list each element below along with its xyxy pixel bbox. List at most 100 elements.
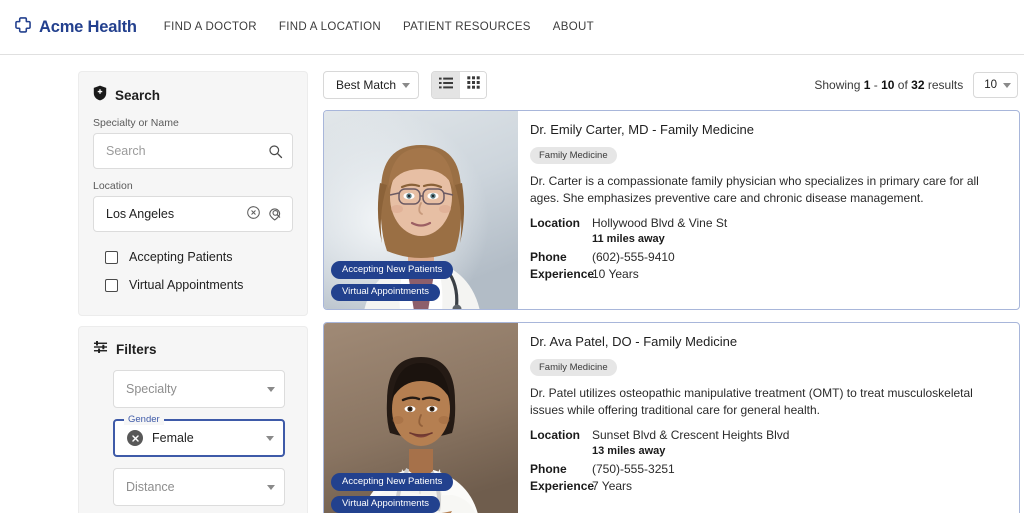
location-value: Hollywood Blvd & Vine St [592,216,728,231]
doctor-location-row: Location Sunset Blvd & Crescent Heights … [530,428,1005,442]
doctor-experience-row: Experience 7 Years [530,479,1005,493]
gender-filter-label: Gender [124,414,164,425]
distance-filter-value: Distance [126,480,175,494]
doctor-bio: Dr. Carter is a compassionate family phy… [530,174,979,206]
search-input[interactable]: Search [93,133,293,169]
showing-of: of [897,78,908,92]
specialty-field-label: Specialty or Name [93,117,179,129]
location-field-label: Location [93,180,133,192]
photo-badges: Accepting New Patients Virtual Appointme… [331,261,454,301]
shield-icon [93,85,107,106]
filters-icon [93,340,108,359]
per-page-value: 10 [984,79,997,91]
search-icon[interactable] [268,144,283,159]
doctor-distance: 13 miles away [592,445,666,458]
nav-item-about[interactable]: ABOUT [542,15,605,39]
experience-key: Experience [530,267,595,282]
list-view-button[interactable] [432,72,460,98]
badge-virtual-appointments: Virtual Appointments [331,495,440,513]
page-body: Search Specialty or Name Search Location… [0,55,1024,513]
cross-logo-icon [14,16,32,39]
distance-filter-select[interactable]: Distance [113,468,285,506]
main-nav: FIND A DOCTOR FIND A LOCATION PATIENT RE… [153,15,605,39]
badge-accepting-new-patients: Accepting New Patients [331,473,454,491]
results-column: Best Match Showing 1 - 10 of 32 results … [323,71,1020,513]
location-key: Location [530,216,580,231]
gender-filter-select[interactable]: Gender Female [113,414,285,457]
specialty-filter-value: Specialty [126,382,177,396]
chevron-down-icon [266,435,274,441]
doctor-photo: Accepting New Patients Virtual Appointme… [324,111,518,309]
view-toggle-group [431,71,488,99]
doctor-info: Dr. Ava Patel, DO - Family Medicine Fami… [518,323,1019,513]
experience-value: 10 Years [592,267,639,282]
brand-name: Acme Health [39,17,137,36]
doctor-experience-row: Experience 10 Years [530,267,1005,281]
accepting-patients-label: Accepting Patients [129,250,233,264]
badge-virtual-appointments: Virtual Appointments [331,283,440,301]
chevron-down-icon [1003,82,1011,88]
location-input[interactable]: Los Angeles [93,196,293,232]
virtual-appointments-label: Virtual Appointments [129,278,244,292]
doctor-result-card[interactable]: Accepting New Patients Virtual Appointme… [323,110,1020,310]
grid-view-icon [466,76,480,94]
doctor-specialty-chip: Family Medicine [530,147,617,164]
specialty-filter-select[interactable]: Specialty [113,370,285,408]
badge-accepting-new-patients: Accepting New Patients [331,261,454,279]
search-input-placeholder: Search [106,144,146,158]
showing-to: 10 [881,78,895,92]
doctor-name[interactable]: Dr. Emily Carter, MD - Family Medicine [530,122,1005,137]
doctor-phone-row: Phone (602)-555-9410 [530,250,1005,264]
doctor-result-card[interactable]: Accepting New Patients Virtual Appointme… [323,322,1020,513]
list-view-icon [438,76,453,94]
site-header: Acme Health FIND A DOCTOR FIND A LOCATIO… [0,0,1024,55]
showing-from: 1 [863,78,871,92]
virtual-appointments-checkbox[interactable] [105,278,118,292]
location-key: Location [530,428,580,443]
accepting-patients-checkbox[interactable] [105,250,118,264]
nav-item-patient-resources[interactable]: PATIENT RESOURCES [392,15,542,39]
doctor-photo: Accepting New Patients Virtual Appointme… [324,323,518,513]
doctor-location-row: Location Hollywood Blvd & Vine St [530,216,1005,230]
location-input-value: Los Angeles [106,207,175,221]
showing-total: 32 [911,78,925,92]
phone-value: (602)-555-9410 [592,250,675,265]
sort-select-value: Best Match [336,78,397,92]
location-search-icon[interactable] [267,205,283,224]
chevron-down-icon [402,82,411,88]
doctor-phone-row: Phone (750)-555-3251 [530,462,1005,476]
search-panel-title: Search [115,88,161,103]
chevron-down-icon [267,484,275,490]
chip-clear-icon[interactable] [127,430,143,446]
sidebar: Search Specialty or Name Search Location… [78,71,308,513]
filters-panel: Filters Specialty Gender Female Distance [78,326,308,513]
sort-select[interactable]: Best Match [323,71,420,99]
doctor-specialty-chip: Family Medicine [530,359,617,376]
brand-logo[interactable]: Acme Health [14,16,137,39]
phone-value: (750)-555-3251 [592,462,675,477]
results-toolbar: Best Match Showing 1 - 10 of 32 results … [323,71,1020,99]
phone-key: Phone [530,250,567,265]
virtual-appointments-checkbox-row[interactable]: Virtual Appointments [93,271,293,299]
per-page-select[interactable]: 10 [973,72,1018,98]
doctor-name[interactable]: Dr. Ava Patel, DO - Family Medicine [530,334,1005,349]
experience-value: 7 Years [592,479,633,494]
filters-panel-title: Filters [116,342,157,357]
chevron-down-icon [267,386,275,392]
nav-item-find-a-location[interactable]: FIND A LOCATION [268,15,392,39]
showing-suffix: results [927,78,964,92]
search-panel-header: Search [93,85,293,106]
grid-view-button[interactable] [459,72,487,98]
results-count: Showing 1 - 10 of 32 results [814,78,963,92]
photo-badges: Accepting New Patients Virtual Appointme… [331,473,454,513]
gender-filter-value: Female [152,431,194,445]
experience-key: Experience [530,479,595,494]
phone-key: Phone [530,462,567,477]
location-value: Sunset Blvd & Crescent Heights Blvd [592,428,790,443]
clear-circle-icon[interactable] [246,205,261,223]
doctor-distance: 11 miles away [592,233,665,246]
doctor-bio: Dr. Patel utilizes osteopathic manipulat… [530,386,973,418]
nav-item-find-a-doctor[interactable]: FIND A DOCTOR [153,15,268,39]
accepting-patients-checkbox-row[interactable]: Accepting Patients [93,243,293,271]
filters-panel-header: Filters [93,340,293,359]
